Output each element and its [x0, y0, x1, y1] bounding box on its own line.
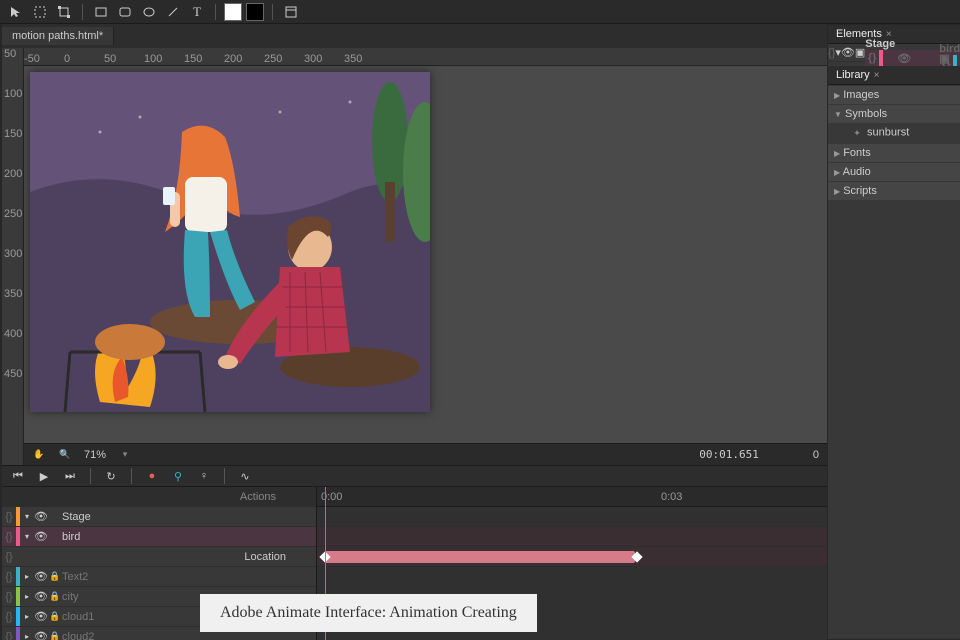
library-section[interactable]: ▶ Audio+	[828, 163, 960, 181]
rewind-button[interactable]: ⏮	[8, 466, 28, 486]
document-tab-bar: motion paths.html*	[2, 24, 827, 48]
frame-number: 0	[813, 449, 819, 461]
pointer-tool-icon[interactable]	[6, 2, 26, 22]
library-section[interactable]: ▶ Fonts+	[828, 144, 960, 162]
close-icon[interactable]: ×	[874, 70, 880, 81]
timeline-layer-row[interactable]: {} Location	[2, 547, 316, 567]
rectangle-tool-icon[interactable]	[91, 2, 111, 22]
vertical-ruler: 50100150200250300350400450	[2, 48, 24, 465]
zoom-level[interactable]: 71%	[84, 449, 106, 461]
rounded-rect-tool-icon[interactable]	[115, 2, 135, 22]
ellipse-tool-icon[interactable]	[139, 2, 159, 22]
hand-tool-icon[interactable]: ✋	[32, 448, 46, 462]
horizontal-ruler: -50050100150200250300350	[24, 48, 827, 66]
loop-button[interactable]: ↻	[101, 466, 121, 486]
document-tab[interactable]: motion paths.html*	[2, 27, 114, 45]
layout-tool-icon[interactable]	[281, 2, 301, 22]
stage-status-bar: ✋ 🔍 71%▾ 00:01.651 0	[24, 443, 827, 465]
stroke-color-swatch[interactable]	[246, 3, 264, 21]
library-tab[interactable]: Library×	[828, 66, 960, 85]
fill-color-swatch[interactable]	[224, 3, 242, 21]
right-panels: Elements× {} ▾ 👁 ▣ Stage {} 👁 ▣ bird {} …	[827, 24, 960, 640]
easing-button[interactable]: ∿	[235, 466, 255, 486]
timeline-layer-row[interactable]: {} ▾ 👁 bird	[2, 527, 316, 547]
caption-overlay: Adobe Animate Interface: Animation Creat…	[200, 594, 537, 632]
line-tool-icon[interactable]	[163, 2, 183, 22]
stage-canvas[interactable]	[30, 72, 430, 412]
text-tool-icon[interactable]: T	[187, 2, 207, 22]
play-button[interactable]: ▶	[34, 466, 54, 486]
library-section[interactable]: ▼ Symbols+	[828, 105, 960, 123]
forward-button[interactable]: ⏭	[60, 466, 80, 486]
rect-select-tool-icon[interactable]	[30, 2, 50, 22]
bulb-button[interactable]: ♀	[194, 466, 214, 486]
transform-tool-icon[interactable]	[54, 2, 74, 22]
top-toolbar: T	[0, 0, 960, 24]
library-section[interactable]: ▶ Scripts+	[828, 182, 960, 200]
record-button[interactable]: ●	[142, 466, 162, 486]
timeline-layer-row[interactable]: {} ▸ 👁 🔒 Text2	[2, 567, 316, 587]
pin-button[interactable]: ⚲	[168, 466, 188, 486]
timeline-layer-row[interactable]: {} ▾ 👁 Stage	[2, 507, 316, 527]
element-row[interactable]: {} ▾ 👁 ▣ Stage {} 👁 ▣ bird {} 👁 🔒 T Text…	[828, 44, 960, 62]
library-section[interactable]: ▶ Images+	[828, 86, 960, 104]
element-row[interactable]: {} 👁 ▣ bird {} 👁 🔒 T Text2 {} 👁 🔒 ▣ city…	[865, 50, 960, 68]
zoom-tool-icon[interactable]: 🔍	[58, 448, 72, 462]
library-item[interactable]: ✦ sunburst	[828, 123, 960, 143]
playhead-time: 00:01.651	[699, 448, 759, 461]
